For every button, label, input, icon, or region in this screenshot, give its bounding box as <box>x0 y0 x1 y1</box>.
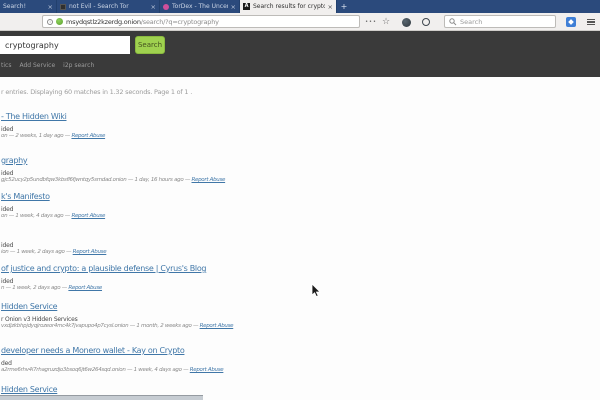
url-bar[interactable]: i msydqstlz2kzerdg.onion/search/?q=crypt… <box>42 15 360 28</box>
tordex-favicon-icon <box>163 4 169 10</box>
tab-search[interactable]: Search! × <box>0 0 57 13</box>
report-abuse-link[interactable]: Report Abuse <box>71 213 105 219</box>
status-tooltip-strip <box>0 395 203 400</box>
ahmia-search-input[interactable] <box>0 36 130 54</box>
toolbar-search-field[interactable]: Search <box>444 15 556 28</box>
nav-link-i2p-search[interactable]: i2p search <box>63 62 94 69</box>
close-icon[interactable]: × <box>151 3 156 11</box>
result-title-link[interactable] <box>1 228 600 238</box>
tab-title: not Evil - Search Tor <box>69 3 148 10</box>
hamburger-menu-icon[interactable] <box>584 13 598 31</box>
result-title-link[interactable]: developer needs a Monero wallet - Kay on… <box>1 346 600 356</box>
ahmia-header: Search tics Add Service i2p search <box>0 31 600 77</box>
result-description: ided <box>1 170 600 177</box>
toolbar-search-placeholder: Search <box>460 18 482 26</box>
result-meta: vxdjzkbhpjdyqjrozeor4mc4k7jvapupo4p7cysl… <box>1 323 600 330</box>
search-result: ided ion — 1 week, 2 days ago — Report A… <box>1 228 600 256</box>
result-url: on — 1 week, 4 days ago — <box>1 213 71 219</box>
result-description: ided <box>1 278 600 285</box>
nav-link-statistics[interactable]: tics <box>1 62 11 69</box>
noscript-icon[interactable] <box>419 13 433 31</box>
result-description: ided <box>1 242 600 249</box>
close-icon[interactable]: × <box>48 3 53 11</box>
search-result: - The Hidden Wiki ided on — 2 weeks, 1 d… <box>1 112 600 140</box>
results-summary: r entries. Displaying 60 matches in 1.32… <box>1 88 192 96</box>
report-abuse-link[interactable]: Report Abuse <box>200 323 234 329</box>
result-description: r Onion v3 Hidden Services <box>1 316 600 323</box>
url-path: /search/?q=cryptography <box>141 18 219 26</box>
not-evil-favicon-icon <box>60 4 66 10</box>
result-url: a2rme6rhv4i7rhagruzdjo3bsoq6jt6w264sqd.o… <box>1 367 190 373</box>
report-abuse-link[interactable]: Report Abuse <box>68 285 102 291</box>
url-text: msydqstlz2kzerdg.onion/search/?q=cryptog… <box>66 18 219 26</box>
result-title-link[interactable]: Hidden Service <box>1 385 600 395</box>
torbutton-icon[interactable] <box>399 13 413 31</box>
close-icon[interactable]: × <box>328 3 333 11</box>
search-result: graphy ided gjc52ucy2p5undbfqw3kbsfl6fjw… <box>1 156 600 184</box>
report-abuse-link[interactable]: Report Abuse <box>192 177 226 183</box>
search-result: developer needs a Monero wallet - Kay on… <box>1 346 600 374</box>
url-domain: msydqstlz2kzerdg.onion <box>66 18 141 26</box>
result-title-link[interactable]: of justice and crypto: a plausible defen… <box>1 264 600 274</box>
onion-site-icon[interactable] <box>56 18 63 25</box>
result-url: vxdjzkbhpjdyqjrozeor4mc4k7jvapupo4p7cysl… <box>1 323 200 329</box>
new-tab-button[interactable]: + <box>337 0 351 13</box>
result-title-link[interactable]: k's Manifesto <box>1 192 600 202</box>
tab-title: TorDex - The Uncensored Tor Se <box>172 3 228 10</box>
bookmark-star-icon[interactable]: ☆ <box>379 13 393 31</box>
results-area: r entries. Displaying 60 matches in 1.32… <box>0 77 600 400</box>
report-abuse-link[interactable]: Report Abuse <box>190 367 224 373</box>
result-url: ion — 1 week, 2 days ago — <box>1 249 73 255</box>
result-meta: on — 1 week, 4 days ago — Report Abuse <box>1 213 600 220</box>
result-description: ided <box>1 206 600 213</box>
close-icon[interactable]: × <box>231 3 236 11</box>
search-result: Hidden Service r Onion v3 Hidden Service… <box>1 302 600 330</box>
tab-not-evil[interactable]: not Evil - Search Tor × <box>57 0 160 13</box>
search-icon <box>449 18 457 26</box>
ahmia-nav: tics Add Service i2p search <box>1 62 94 69</box>
result-meta: ion — 1 week, 2 days ago — Report Abuse <box>1 249 600 256</box>
report-abuse-link[interactable]: Report Abuse <box>71 133 105 139</box>
navigation-toolbar: i msydqstlz2kzerdg.onion/search/?q=crypt… <box>0 13 600 31</box>
search-result: Hidden Service <box>1 385 600 395</box>
search-result: k's Manifesto ided on — 1 week, 4 days a… <box>1 192 600 220</box>
tab-ahmia-results-active[interactable]: A Search results for cryptography — × <box>240 0 337 13</box>
result-description: ded <box>1 360 600 367</box>
page-actions-icon[interactable]: ••• <box>364 13 378 31</box>
tab-title: Search results for cryptography — <box>253 3 325 10</box>
tab-bar: Search! × not Evil - Search Tor × TorDex… <box>0 0 600 13</box>
result-meta: on — 2 weeks, 1 day ago — Report Abuse <box>1 133 600 140</box>
result-description: ided <box>1 126 600 133</box>
ahmia-favicon-icon: A <box>243 3 250 10</box>
result-url: n — 1 week, 2 days ago — <box>1 285 68 291</box>
result-meta: gjc52ucy2p5undbfqw3kbsfl6fjwntqy5smdad.o… <box>1 177 600 184</box>
browser-window: Search! × not Evil - Search Tor × TorDex… <box>0 0 600 400</box>
search-result: of justice and crypto: a plausible defen… <box>1 264 600 292</box>
result-url: on — 2 weeks, 1 day ago — <box>1 133 71 139</box>
result-title-link[interactable]: - The Hidden Wiki <box>1 112 600 122</box>
tab-title: Search! <box>3 3 45 10</box>
nav-link-add-service[interactable]: Add Service <box>19 62 55 69</box>
result-meta: a2rme6rhv4i7rhagruzdjo3bsoq6jt6w264sqd.o… <box>1 367 600 374</box>
report-abuse-link[interactable]: Report Abuse <box>73 249 107 255</box>
site-info-icon[interactable]: i <box>47 19 53 25</box>
ahmia-search-button[interactable]: Search <box>135 36 165 54</box>
result-meta: n — 1 week, 2 days ago — Report Abuse <box>1 285 600 292</box>
extension-icon[interactable] <box>563 13 579 31</box>
result-url: gjc52ucy2p5undbfqw3kbsfl6fjwntqy5smdad.o… <box>1 177 192 183</box>
result-title-link[interactable]: Hidden Service <box>1 302 600 312</box>
result-title-link[interactable]: graphy <box>1 156 600 166</box>
tab-tordex[interactable]: TorDex - The Uncensored Tor Se × <box>160 0 240 13</box>
